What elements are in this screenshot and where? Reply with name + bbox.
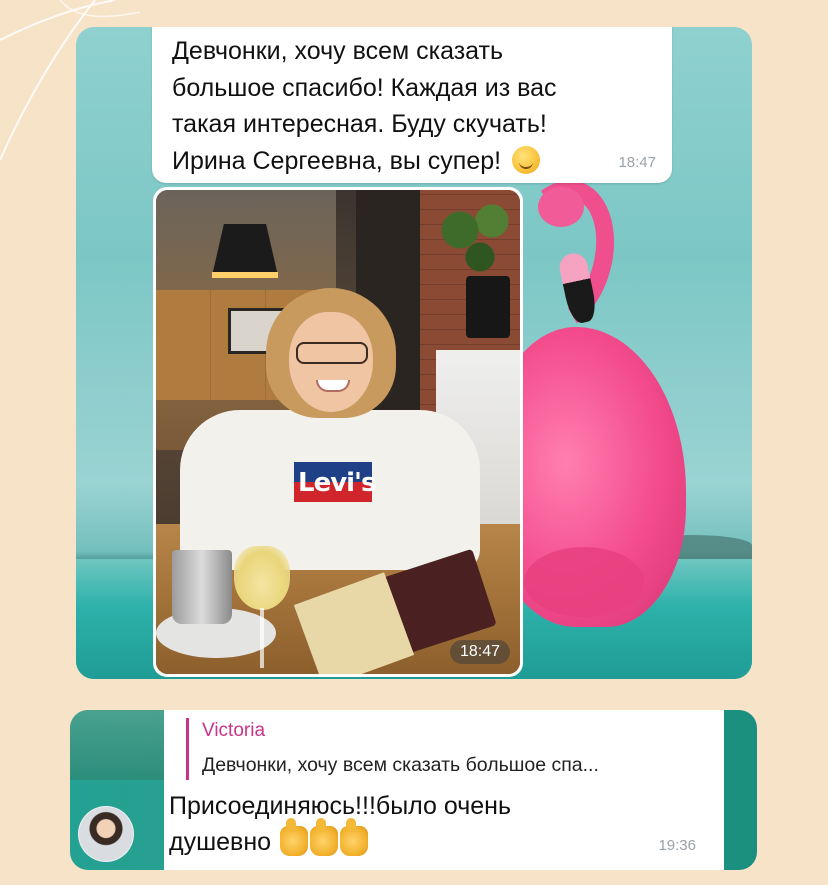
thumbs-up-icon [280,818,308,856]
photo-hoodie-logo-text: Levi's [298,468,376,498]
photo-lamp-glow [212,272,278,278]
message-time: 18:47 [618,154,656,171]
photo-glasses [296,342,368,364]
flamingo-float-base [524,547,644,617]
message-bubble-top[interactable]: Девчонки, хочу всем сказать большое спас… [152,27,672,183]
photo-message[interactable]: Levi's 18:47 [153,187,523,677]
message-line-text: Ирина Сергеевна, вы супер! [172,146,502,175]
message-line: большое спасибо! Каждая из вас [172,73,557,102]
reply-quote-bar [186,718,189,780]
photo-plant-pot [466,276,510,338]
photo-bucket [172,550,232,624]
background-cliff [70,710,170,780]
photo-wine-glass [234,546,290,610]
chat-screenshot-top: Девчонки, хочу всем сказать большое спас… [76,27,752,679]
message-bubble-reply[interactable]: Victoria Девчонки, хочу всем сказать бол… [164,710,724,870]
message-text: Присоединяюсь!!!было очень душевно [169,788,639,860]
message-line: Присоединяюсь!!!было очень [169,792,512,820]
photo-wine-glass-stem [260,608,264,668]
message-line: Девчонки, хочу всем сказать [172,37,504,65]
message-time: 19:36 [658,837,696,854]
chat-screenshot-bottom: Victoria Девчонки, хочу всем сказать бол… [70,710,757,870]
message-line: душевно [169,818,639,860]
photo-plant [436,194,516,284]
message-line-text: душевно [169,828,272,856]
smiling-face-icon [512,145,541,174]
reply-quote-text[interactable]: Девчонки, хочу всем сказать большое спа.… [202,754,599,777]
photo-image[interactable]: Levi's 18:47 [156,190,520,674]
photo-time-badge: 18:47 [449,640,510,664]
message-line: Ирина Сергеевна, вы супер! [172,143,642,180]
message-text: Девчонки, хочу всем сказать большое спас… [172,33,642,179]
avatar[interactable] [78,806,134,862]
reply-quote-author[interactable]: Victoria [202,720,265,742]
thumbs-up-icon [340,818,368,856]
thumbs-up-icon [310,818,338,856]
message-line: такая интересная. Буду скучать! [172,110,547,138]
flamingo-head [538,187,584,227]
